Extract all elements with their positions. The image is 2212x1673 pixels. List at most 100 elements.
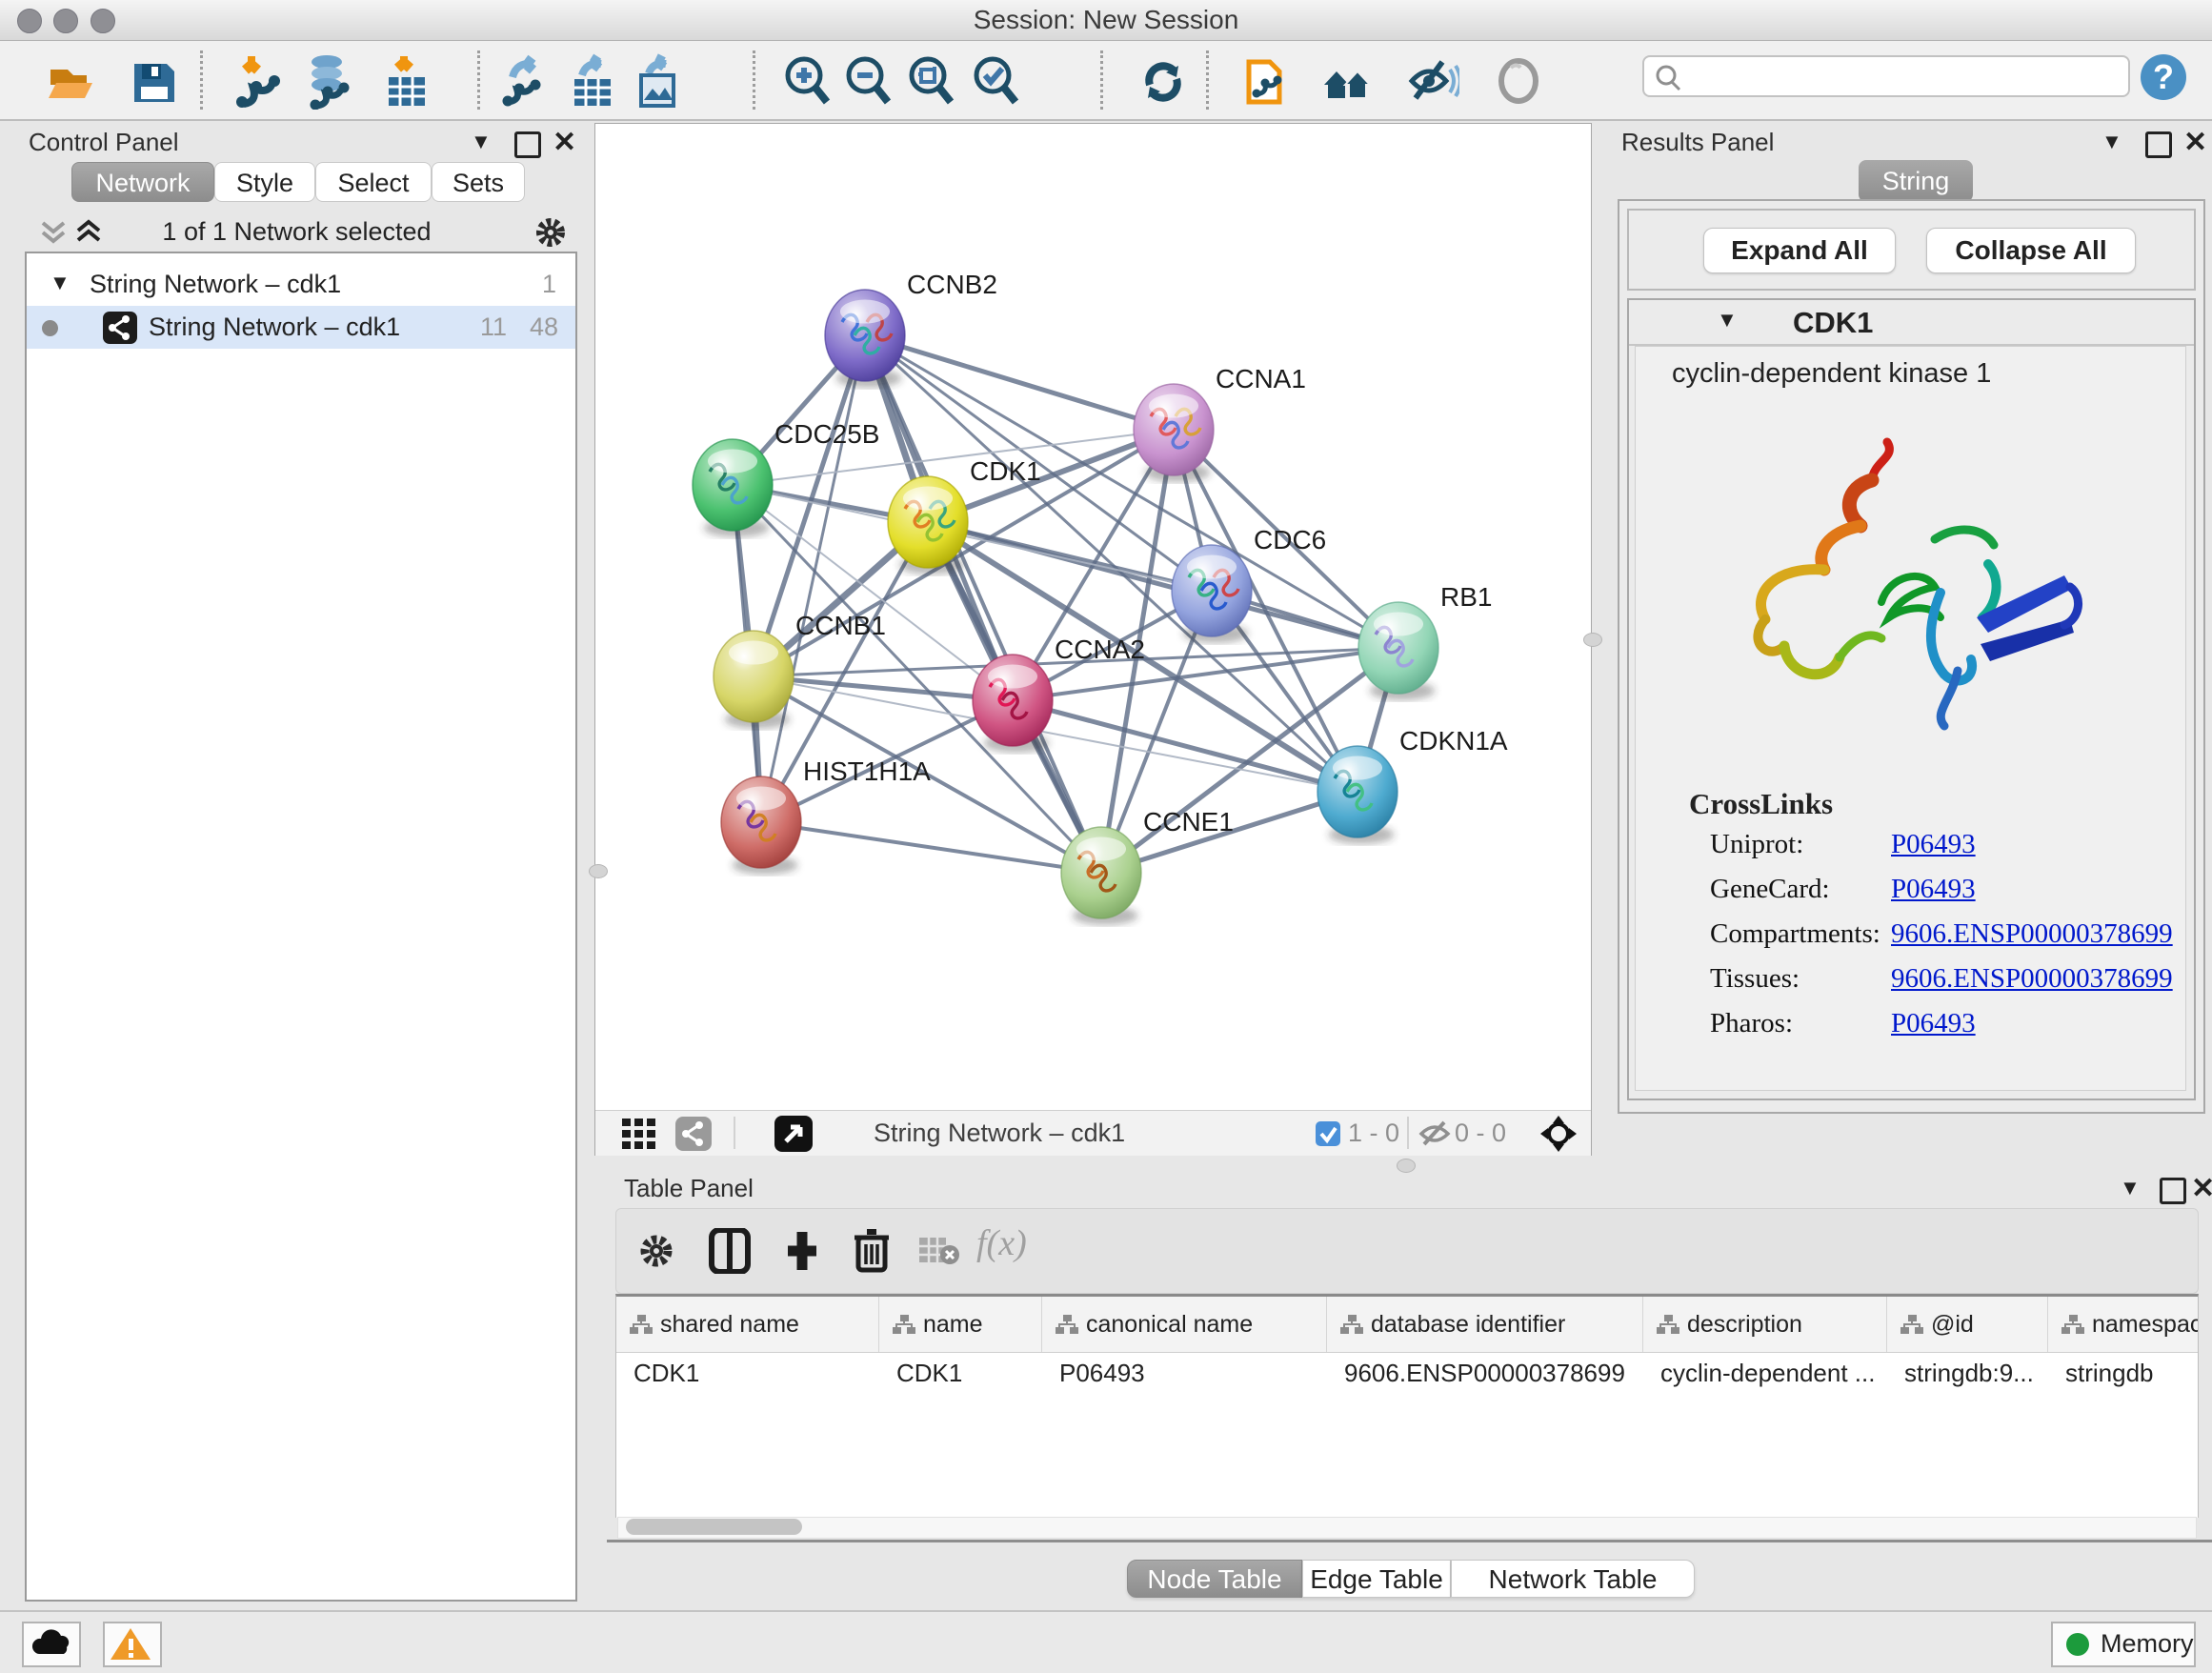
export-table-icon[interactable] (567, 52, 622, 110)
export-network-icon[interactable] (499, 52, 554, 110)
results-panel-float-icon[interactable] (2145, 131, 2172, 158)
open-session-icon[interactable] (43, 52, 98, 110)
column-header-description[interactable]: description (1643, 1297, 1887, 1352)
collapse-all-button[interactable]: Collapse All (1926, 228, 2136, 273)
network-canvas[interactable]: CCNB2CCNA1CDC25BCDK1CDC6RB1CCNB1CCNA2CDK… (595, 124, 1591, 1110)
zoom-fit-icon[interactable] (903, 52, 958, 110)
control-panel-close-icon[interactable]: ✕ (553, 126, 576, 159)
tab-network[interactable]: Network (71, 162, 214, 202)
warnings-button[interactable] (103, 1622, 162, 1667)
tab-edge-table[interactable]: Edge Table (1302, 1560, 1451, 1598)
import-table-icon[interactable] (381, 52, 436, 110)
open-in-browser-icon[interactable] (774, 1116, 813, 1157)
refresh-view-icon[interactable] (1136, 52, 1192, 110)
table-panel-menu-icon[interactable]: ▼ (2120, 1176, 2141, 1200)
edge-CCNB2-CCNA1[interactable] (865, 335, 1174, 430)
crosslink-link[interactable]: P06493 (1891, 874, 1976, 905)
edge-CCNB2-HIST1H1A[interactable] (761, 335, 865, 822)
crosslink-link[interactable]: 9606.ENSP00000378699 (1891, 918, 2173, 950)
control-panel-menu-icon[interactable]: ▼ (471, 130, 492, 154)
column-header-shared-name[interactable]: shared name (616, 1297, 879, 1352)
edge-CCNB2-CCNE1[interactable] (865, 335, 1101, 873)
show-hidden-eye-icon[interactable] (1492, 52, 1547, 110)
delete-column-trash-icon[interactable] (851, 1226, 893, 1279)
zoom-in-icon[interactable] (779, 52, 835, 110)
network-options-gear-icon[interactable] (532, 213, 570, 256)
search-input[interactable] (1688, 60, 2121, 91)
column-header-canonical-name[interactable]: canonical name (1042, 1297, 1327, 1352)
share-document-icon[interactable] (1239, 52, 1295, 110)
create-column-icon[interactable] (780, 1228, 824, 1279)
node-CCNE1[interactable] (1061, 827, 1141, 925)
save-session-icon[interactable] (127, 52, 182, 110)
import-network-file-icon[interactable] (231, 52, 286, 110)
node-CDC25B[interactable] (693, 439, 773, 537)
birds-eye-view-icon[interactable] (622, 1119, 656, 1154)
column-header-name[interactable]: name (879, 1297, 1042, 1352)
crosslink-link[interactable]: P06493 (1891, 829, 1976, 860)
node-CDKN1A[interactable] (1317, 746, 1398, 844)
scrollbar-thumb[interactable] (626, 1519, 802, 1535)
table-panel-float-icon[interactable] (2160, 1178, 2186, 1204)
crosslink-link[interactable]: 9606.ENSP00000378699 (1891, 963, 2173, 995)
node-CCNA1[interactable] (1134, 384, 1214, 482)
table-cell[interactable]: stringdb (2048, 1352, 2199, 1394)
string-badge-icon[interactable] (675, 1117, 712, 1156)
import-network-database-icon[interactable] (302, 52, 357, 110)
crosslink-link[interactable]: P06493 (1891, 1008, 1976, 1039)
table-cell[interactable]: P06493 (1042, 1352, 1327, 1394)
column-header-database-identifier[interactable]: database identifier (1327, 1297, 1643, 1352)
tab-select[interactable]: Select (315, 162, 432, 202)
left-splitter-handle[interactable] (589, 864, 608, 878)
edge-CCNA2-CDKN1A[interactable] (1013, 700, 1357, 792)
tab-sets[interactable]: Sets (432, 162, 525, 202)
zoom-selected-icon[interactable] (968, 52, 1023, 110)
node-RB1[interactable] (1358, 602, 1438, 700)
help-icon[interactable]: ? (2138, 50, 2193, 108)
control-panel-float-icon[interactable] (514, 131, 541, 158)
memory-label: Memory (2101, 1623, 2194, 1663)
edge-CDK1-RB1[interactable] (928, 522, 1398, 648)
table-gear-icon[interactable] (635, 1230, 677, 1277)
table-panel-close-icon[interactable]: ✕ (2191, 1172, 2212, 1205)
selected-checkbox-icon[interactable] (1316, 1121, 1342, 1153)
tab-string[interactable]: String (1859, 160, 1973, 202)
expand-all-button[interactable]: Expand All (1703, 228, 1896, 273)
tab-node-table[interactable]: Node Table (1127, 1560, 1302, 1598)
zoom-out-icon[interactable] (840, 52, 895, 110)
tab-style[interactable]: Style (214, 162, 315, 202)
gene-section-header[interactable]: ▼ CDK1 (1629, 300, 2194, 346)
show-columns-icon[interactable] (708, 1228, 752, 1279)
node-CDK1[interactable] (888, 476, 968, 574)
export-image-icon[interactable] (632, 52, 687, 110)
node-CCNB1[interactable] (714, 631, 794, 729)
node-CDC6[interactable] (1172, 545, 1252, 643)
hide-selected-eye-icon[interactable] (1404, 52, 1459, 110)
node-label-RB1: RB1 (1440, 582, 1492, 612)
fit-selected-crosshair-icon[interactable] (1538, 1114, 1579, 1159)
column-header--id[interactable]: @id (1887, 1297, 2048, 1352)
node-HIST1H1A[interactable] (721, 776, 801, 875)
table-horizontal-scrollbar[interactable] (617, 1517, 2197, 1539)
home-icon[interactable] (1320, 52, 1376, 110)
toolbar-separator (1100, 50, 1103, 110)
results-panel-close-icon[interactable]: ✕ (2183, 126, 2207, 159)
results-panel-menu-icon[interactable]: ▼ (2101, 130, 2122, 154)
gene-collapse-icon[interactable]: ▼ (1717, 308, 1738, 333)
collection-expand-icon[interactable]: ▼ (50, 261, 70, 304)
network-collection-row[interactable]: ▼ String Network – cdk1 1 (27, 263, 575, 306)
node-CCNA2[interactable] (973, 655, 1053, 753)
table-cell[interactable]: CDK1 (879, 1352, 1042, 1394)
node-CCNB2[interactable] (825, 290, 905, 388)
node-table[interactable]: shared namenamecanonical namedatabase id… (615, 1294, 2199, 1518)
cloud-status-button[interactable] (22, 1622, 81, 1667)
table-cell[interactable]: CDK1 (616, 1352, 879, 1394)
table-cell[interactable]: cyclin-dependent ... (1643, 1352, 1887, 1394)
column-header-namespace[interactable]: namespace (2048, 1297, 2199, 1352)
tab-network-table[interactable]: Network Table (1451, 1560, 1695, 1598)
memory-button[interactable]: Memory (2051, 1622, 2196, 1667)
table-cell[interactable]: stringdb:9... (1887, 1352, 2048, 1394)
table-cell[interactable]: 9606.ENSP00000378699 (1327, 1352, 1643, 1394)
network-row-selected[interactable]: String Network – cdk1 11 48 (27, 306, 575, 349)
edge-CCNE1-HIST1H1A[interactable] (761, 822, 1101, 873)
